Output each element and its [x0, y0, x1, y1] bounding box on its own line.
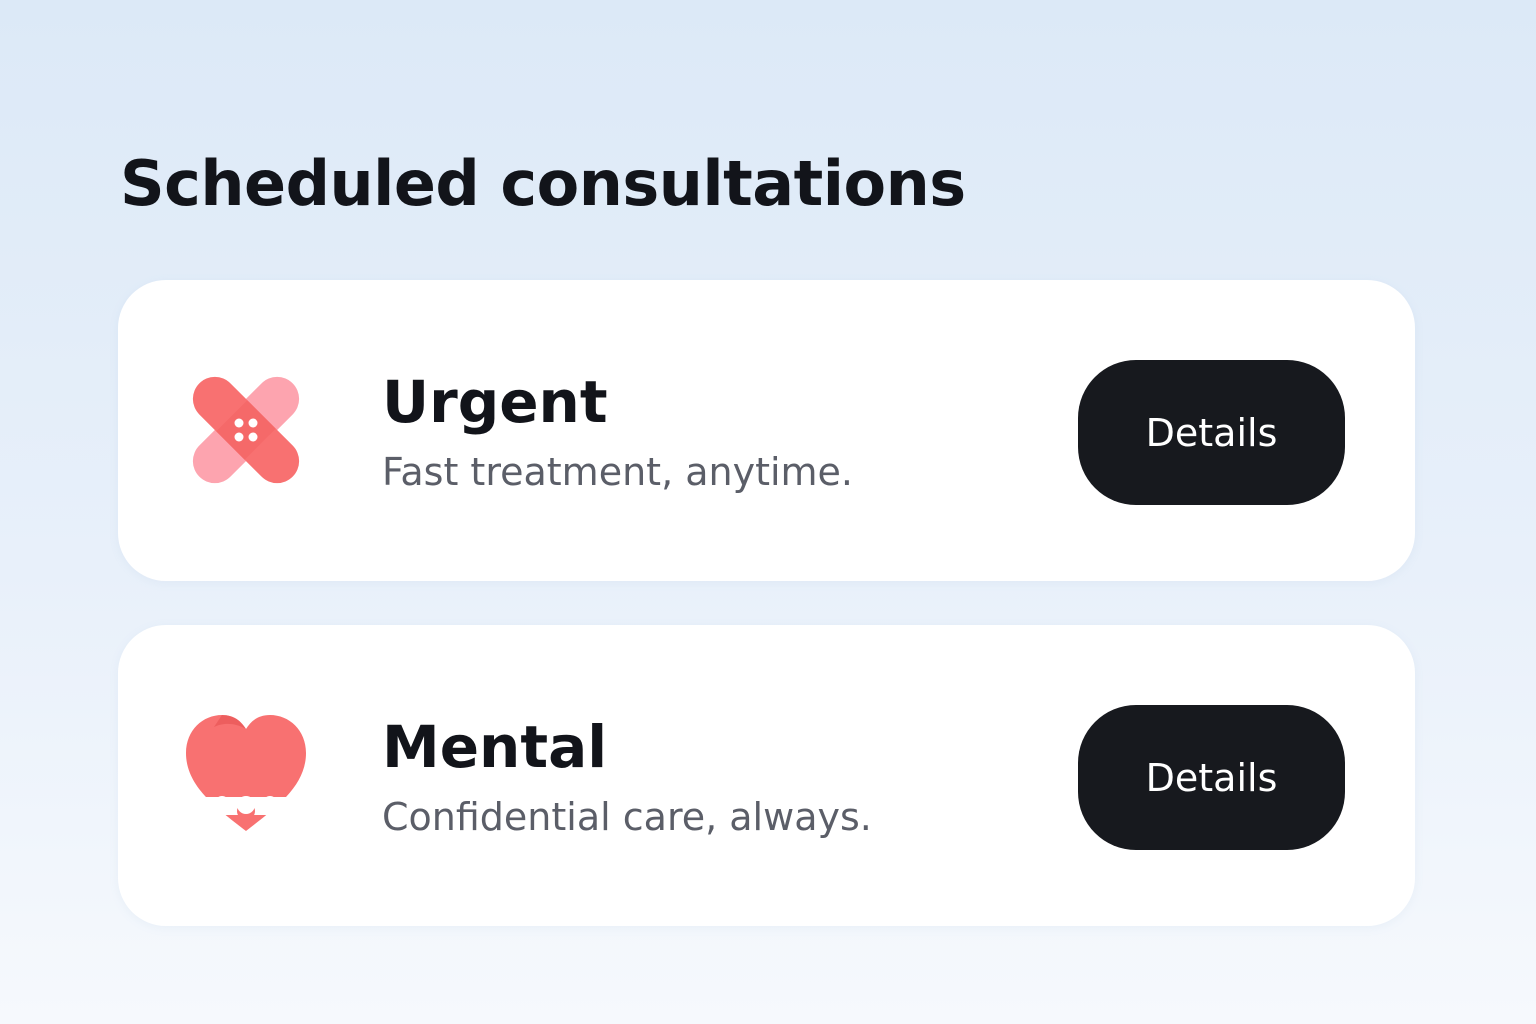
card-title: Urgent	[382, 368, 608, 436]
details-button-urgent[interactable]: Details	[1078, 360, 1345, 505]
page-title: Scheduled consultations	[120, 147, 966, 220]
card-subtitle: Fast treatment, anytime.	[382, 450, 854, 494]
consultation-card-mental[interactable]: Mental Confidential care, always. Detail…	[118, 625, 1415, 926]
card-title: Mental	[382, 713, 608, 781]
consultation-card-urgent[interactable]: Urgent Fast treatment, anytime. Details	[118, 280, 1415, 581]
details-button-mental[interactable]: Details	[1078, 705, 1345, 850]
heart-icon	[184, 713, 308, 837]
card-subtitle: Confidential care, always.	[382, 795, 872, 839]
bandage-icon	[184, 368, 308, 492]
